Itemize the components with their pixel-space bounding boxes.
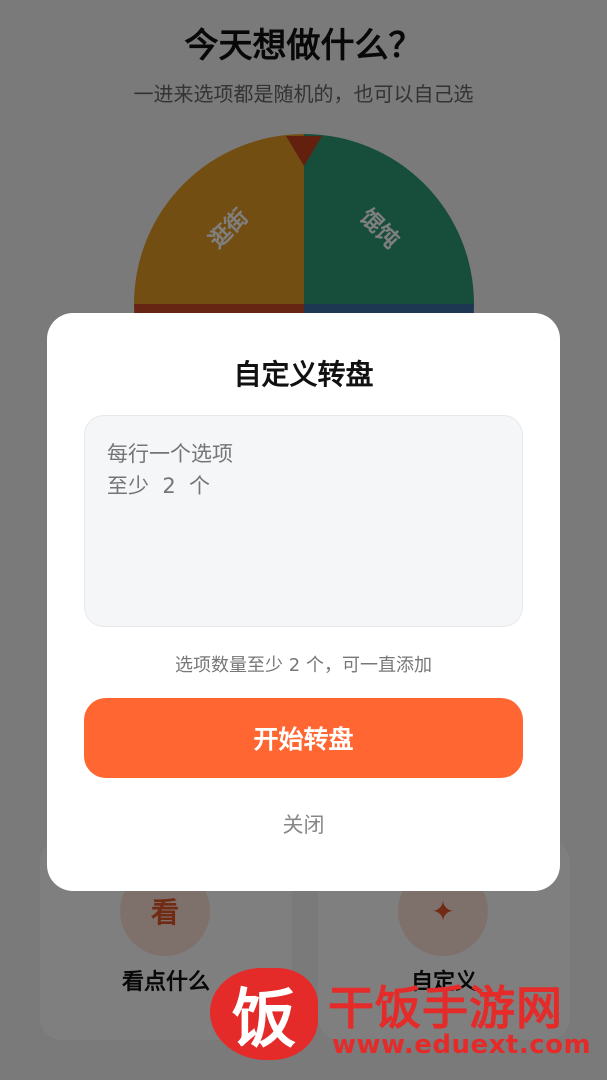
options-textarea[interactable]	[84, 415, 523, 627]
options-hint: 选项数量至少 2 个，可一直添加	[175, 655, 432, 676]
watermark-name: 干饭手游网	[328, 981, 563, 1035]
watermark: 饭 干饭手游网 www.eduext.com	[210, 958, 600, 1068]
close-button[interactable]: 关闭	[47, 809, 560, 839]
dialog-title: 自定义转盘	[233, 358, 374, 391]
custom-wheel-dialog: 自定义转盘 选项数量至少 2 个，可一直添加 开始转盘 关闭	[47, 313, 560, 891]
watermark-url: www.eduext.com	[332, 1030, 592, 1060]
watermark-logo-icon: 饭	[210, 968, 318, 1060]
start-spin-button[interactable]: 开始转盘	[84, 698, 523, 778]
